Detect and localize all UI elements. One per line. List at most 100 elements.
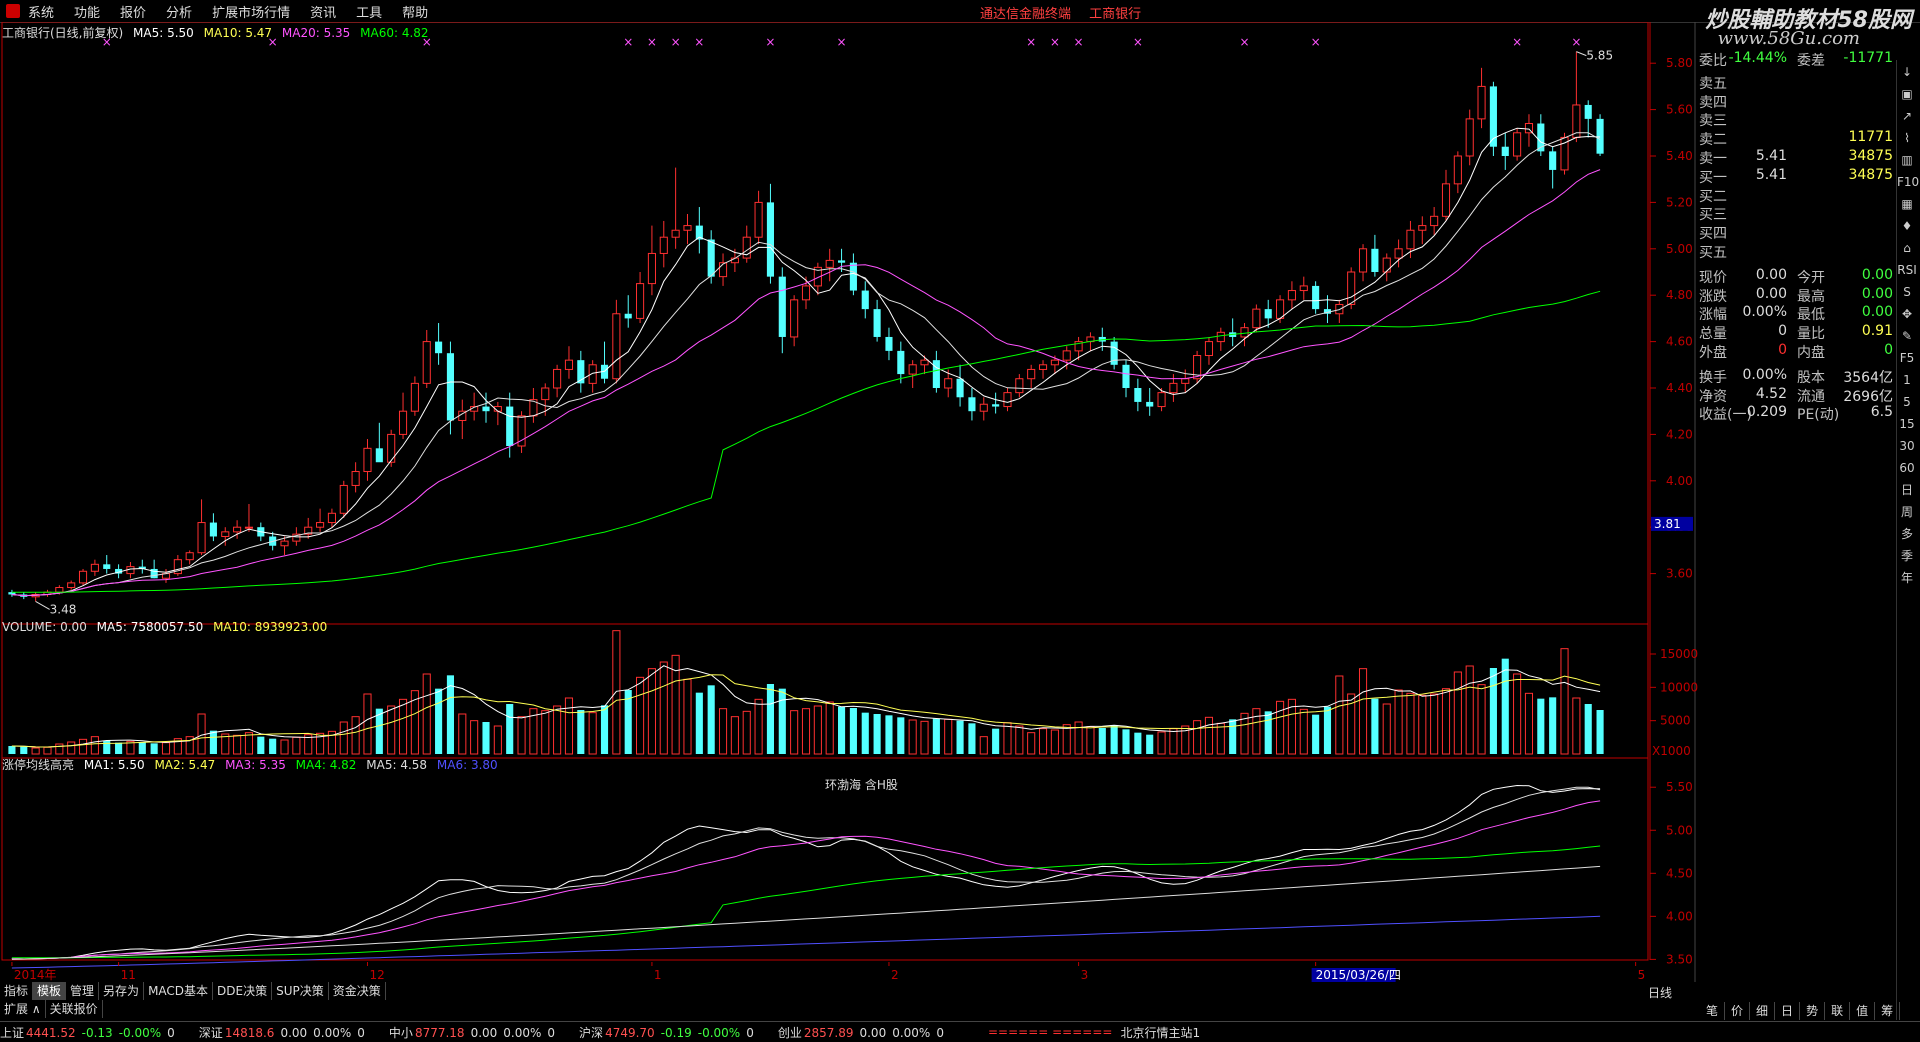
volume-bar	[1193, 720, 1202, 755]
index-field: 0	[357, 1025, 365, 1040]
quote-tab[interactable]: 日	[1775, 1002, 1801, 1020]
candle-body	[482, 406, 490, 412]
volume-bar	[269, 738, 277, 754]
side-tool-button[interactable]: RSI	[1897, 260, 1917, 280]
index-quote[interactable]: 中小 8777.18 0.00 0.00% 0	[389, 1024, 561, 1041]
side-tool-button[interactable]: S	[1897, 282, 1917, 302]
candle-body	[1299, 285, 1308, 292]
side-tool-button[interactable]: 1	[1897, 370, 1917, 390]
quote-value: 0.00%	[1742, 366, 1787, 383]
side-tool-button[interactable]: ♦	[1897, 216, 1917, 236]
event-marker: ×	[1050, 35, 1060, 49]
side-tool-button[interactable]: ✎	[1897, 326, 1917, 346]
quote-label2: 流通	[1797, 388, 1825, 405]
volume-tick-label: 5000	[1660, 714, 1691, 728]
quote-row: 买三	[1697, 204, 1897, 223]
candle-body	[506, 406, 514, 446]
volume-bar	[43, 746, 52, 755]
indicator-tab[interactable]: 资金决策	[329, 982, 386, 1000]
side-tool-button[interactable]: 15	[1897, 414, 1917, 434]
candle-body	[244, 526, 254, 529]
menu-item-tools[interactable]: 工具	[356, 2, 382, 21]
quote-label: 涨幅	[1699, 307, 1727, 324]
menu-item-system[interactable]: 系统	[28, 2, 54, 21]
candle-body	[647, 252, 656, 285]
quote-tab[interactable]: 筹	[1875, 1002, 1901, 1020]
indicator-tick-label: 5.00	[1666, 823, 1693, 837]
side-tool-button[interactable]: ↗	[1897, 106, 1917, 126]
quote-tab[interactable]: 值	[1850, 1002, 1876, 1020]
side-tool-button[interactable]: 周	[1897, 502, 1917, 522]
side-tool-button[interactable]: 30	[1897, 436, 1917, 456]
index-quote[interactable]: 深证 14818.6 0.00 0.00% 0	[199, 1024, 371, 1041]
event-marker: ×	[1512, 35, 1522, 49]
candle-body	[659, 236, 668, 254]
index-field: 沪深	[579, 1025, 604, 1040]
period-daily-label[interactable]: 日线	[1648, 984, 1672, 1001]
side-tool-button[interactable]: ⌇	[1897, 128, 1917, 148]
quote-tab[interactable]: 价	[1725, 1002, 1751, 1020]
volume-bar	[1169, 728, 1178, 755]
volume-bar	[992, 728, 1000, 754]
side-tool-button[interactable]: F10	[1897, 172, 1919, 192]
quote-tab[interactable]: 联	[1825, 1002, 1851, 1020]
indicator-tab[interactable]: SUP决策	[272, 982, 329, 1000]
index-field: 0.00	[859, 1025, 887, 1040]
volume-bar	[387, 705, 396, 755]
menu-item-info[interactable]: 资讯	[310, 2, 336, 21]
volume-bar	[1098, 728, 1106, 754]
quote-row: 涨幅 0.00% 最低 0.00	[1697, 304, 1897, 324]
volume-bar	[1465, 665, 1474, 755]
quote-tab[interactable]: 势	[1800, 1002, 1826, 1020]
sub-tab[interactable]: 关联报价	[46, 1000, 103, 1018]
candle-body	[1418, 225, 1427, 231]
ind-ma3-label: MA3: 5.35	[225, 758, 286, 772]
volume-bar	[956, 720, 964, 754]
side-tool-button[interactable]: ▦	[1897, 194, 1917, 214]
quote-tab[interactable]: 细	[1750, 1002, 1776, 1020]
side-tool-button[interactable]: F5	[1897, 348, 1917, 368]
side-tool-button[interactable]: 多	[1897, 524, 1917, 544]
index-quote[interactable]: 创业 2857.89 0.00 0.00% 0	[778, 1024, 950, 1041]
side-tool-button[interactable]: 5	[1897, 392, 1917, 412]
quote-tab[interactable]: 笔	[1700, 1002, 1726, 1020]
side-tool-button[interactable]: ▣	[1897, 84, 1917, 104]
volume-bar	[363, 693, 372, 755]
volume-bar	[897, 717, 905, 754]
candle-body	[612, 313, 621, 380]
indicator-tab[interactable]: MACD基本	[144, 982, 214, 1000]
quote-row: 净资 4.52 流通 2696亿	[1697, 386, 1897, 405]
quote-label2: 委差	[1797, 53, 1825, 69]
menu-item-analysis[interactable]: 分析	[166, 2, 192, 21]
candle-body	[707, 239, 715, 277]
indicator-tab[interactable]: 模板	[33, 982, 67, 1000]
indicator-tab[interactable]: 指标	[0, 982, 34, 1000]
menu-item-ext-market[interactable]: 扩展市场行情	[212, 2, 290, 21]
side-tool-button[interactable]: 60	[1897, 458, 1917, 478]
side-tool-button[interactable]: 日	[1897, 480, 1917, 500]
menu-item-help[interactable]: 帮助	[402, 2, 428, 21]
menu-item-quote[interactable]: 报价	[120, 2, 146, 21]
index-quote[interactable]: 沪深 4749.70 -0.19 -0.00% 0	[579, 1024, 760, 1041]
quote-value: 5.41	[1755, 148, 1787, 164]
side-tool-button[interactable]: ⌂	[1897, 238, 1917, 258]
sub-tab[interactable]: 扩展 ∧	[0, 1000, 46, 1018]
ma20-label: MA20: 5.35	[281, 26, 351, 40]
side-tool-button[interactable]: 季	[1897, 546, 1917, 566]
index-quote[interactable]: 上证 4441.52 -0.13 -0.00% 0	[0, 1024, 181, 1041]
side-tool-button[interactable]: 年	[1897, 568, 1917, 588]
status-bar: 上证 4441.52 -0.13 -0.00% 0 深证 14818.6 0.00 0.00% 0…	[0, 1021, 1920, 1042]
volume-bar	[1418, 694, 1427, 755]
candle-body	[541, 387, 550, 401]
candle-body	[1347, 271, 1356, 305]
side-tool-button[interactable]: ▥	[1897, 150, 1917, 170]
event-marker: ×	[1026, 35, 1036, 49]
volume-bar	[695, 692, 703, 754]
indicator-tab[interactable]: 管理	[66, 982, 100, 1000]
side-tool-button[interactable]: ↓	[1897, 62, 1917, 82]
menu-item-function[interactable]: 功能	[74, 2, 100, 21]
indicator-tab[interactable]: 另存为	[99, 982, 145, 1000]
side-tool-button[interactable]: ✥	[1897, 304, 1917, 324]
kline-chart[interactable]: 5.80 5.60 5.40 5.20 5.00 4.80 4.60 4.40 4.20 4.00…	[0, 22, 1700, 982]
indicator-tab[interactable]: DDE决策	[213, 982, 273, 1000]
